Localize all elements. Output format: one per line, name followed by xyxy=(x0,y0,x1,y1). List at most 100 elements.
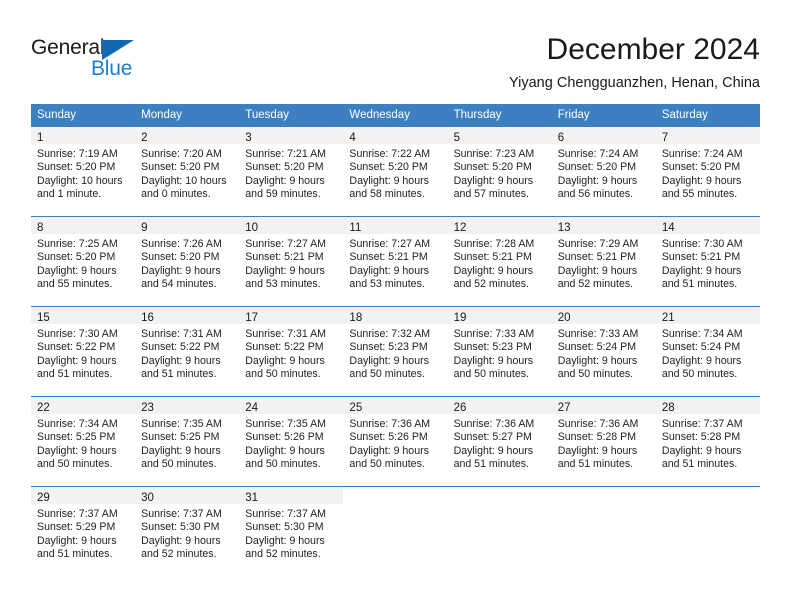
calendar-day-cell[interactable]: 8 Sunrise: 7:25 AM Sunset: 5:20 PM Daylight… xyxy=(31,217,136,306)
sunrise-time: Sunrise: 7:35 AM xyxy=(141,418,222,430)
sunrise-time: Sunrise: 7:27 AM xyxy=(245,238,326,250)
calendar-day-cell[interactable]: 20 Sunrise: 7:33 AM Sunset: 5:24 PM Dayligh… xyxy=(551,307,656,396)
day-details: Sunrise: 7:36 AM Sunset: 5:27 PM Daylight:… xyxy=(448,414,552,471)
day-number: 13 xyxy=(557,222,571,234)
calendar-day-cell[interactable]: 19 Sunrise: 7:33 AM Sunset: 5:23 PM Dayligh… xyxy=(447,307,552,396)
daylight-duration-line2: and 51 minutes. xyxy=(661,457,738,470)
daylight-duration-line2: and 51 minutes. xyxy=(557,457,634,470)
day-number: 11 xyxy=(349,222,362,234)
calendar-day-cell[interactable]: 22 Sunrise: 7:34 AM Sunset: 5:25 PM Dayligh… xyxy=(31,397,136,486)
calendar-day-cell[interactable]: 2 Sunrise: 7:20 AM Sunset: 5:20 PM Daylight… xyxy=(135,127,240,216)
calendar-day-cell[interactable]: 27 Sunrise: 7:36 AM Sunset: 5:28 PM Dayligh… xyxy=(551,397,656,486)
calendar-day-cell[interactable]: 7 Sunrise: 7:24 AM Sunset: 5:20 PM Daylight… xyxy=(655,127,760,216)
calendar-day-cell[interactable]: 4 Sunrise: 7:22 AM Sunset: 5:20 PM Daylight… xyxy=(343,127,448,216)
sunrise-time: Sunrise: 7:27 AM xyxy=(349,238,431,250)
daylight-duration-line1: Daylight: 9 hours xyxy=(245,534,325,547)
calendar-day-cell[interactable]: 29 Sunrise: 7:37 AM Sunset: 5:29 PM Dayligh… xyxy=(31,487,136,576)
calendar-day-cell[interactable]: 14 Sunrise: 7:30 AM Sunset: 5:21 PM Dayligh… xyxy=(655,217,760,306)
daylight-duration-line1: Daylight: 9 hours xyxy=(349,444,429,457)
day-number-band: 19 xyxy=(447,307,552,324)
daylight-duration-line2: and 50 minutes. xyxy=(349,367,425,380)
calendar-day-cell[interactable]: 12 Sunrise: 7:28 AM Sunset: 5:21 PM Dayligh… xyxy=(447,217,552,306)
calendar-empty-cell xyxy=(551,487,656,576)
sunset-time: Sunset: 5:21 PM xyxy=(245,251,324,264)
calendar-day-cell[interactable]: 13 Sunrise: 7:29 AM Sunset: 5:21 PM Dayligh… xyxy=(551,217,656,306)
daylight-duration-line1: Daylight: 9 hours xyxy=(453,354,534,367)
daylight-duration-line1: Daylight: 9 hours xyxy=(141,444,221,457)
calendar-day-cell[interactable]: 21 Sunrise: 7:34 AM Sunset: 5:24 PM Dayligh… xyxy=(655,307,760,396)
day-number-band: 3 xyxy=(239,127,344,144)
calendar-day-cell[interactable]: 31 Sunrise: 7:37 AM Sunset: 5:30 PM Dayligh… xyxy=(239,487,344,576)
daylight-duration-line2: and 58 minutes. xyxy=(349,187,425,200)
calendar-day-cell[interactable]: 25 Sunrise: 7:36 AM Sunset: 5:26 PM Dayligh… xyxy=(343,397,448,486)
daylight-duration-line2: and 59 minutes. xyxy=(245,187,321,200)
day-number: 23 xyxy=(141,402,154,414)
sunset-time: Sunset: 5:25 PM xyxy=(141,431,220,444)
sunrise-time: Sunrise: 7:30 AM xyxy=(661,238,743,250)
day-number-band: 1 xyxy=(31,127,136,144)
day-number-band: 27 xyxy=(551,397,656,414)
day-number: 18 xyxy=(349,312,363,324)
daylight-duration-line2: and 52 minutes. xyxy=(557,277,634,290)
calendar-weeks: 1 Sunrise: 7:19 AM Sunset: 5:20 PM Daylight… xyxy=(31,127,760,576)
calendar-day-cell[interactable]: 9 Sunrise: 7:26 AM Sunset: 5:20 PM Daylight… xyxy=(135,217,240,306)
calendar-week-row: 8 Sunrise: 7:25 AM Sunset: 5:20 PM Daylight… xyxy=(31,216,760,306)
day-number-band: 24 xyxy=(239,397,344,414)
daylight-duration-line1: Daylight: 9 hours xyxy=(141,534,221,547)
daylight-duration-line1: Daylight: 9 hours xyxy=(661,174,742,187)
sunset-time: Sunset: 5:20 PM xyxy=(141,251,220,264)
sunset-time: Sunset: 5:21 PM xyxy=(661,251,741,264)
day-number-band: 25 xyxy=(343,397,448,414)
sunset-time: Sunset: 5:26 PM xyxy=(349,431,428,444)
sunset-time: Sunset: 5:20 PM xyxy=(661,161,741,174)
general-blue-logo[interactable]: General Blue xyxy=(31,36,211,84)
daylight-duration-line1: Daylight: 9 hours xyxy=(661,444,742,457)
daylight-duration-line2: and 55 minutes. xyxy=(661,187,738,200)
calendar-day-cell[interactable]: 3 Sunrise: 7:21 AM Sunset: 5:20 PM Daylight… xyxy=(239,127,344,216)
calendar-day-cell[interactable]: 23 Sunrise: 7:35 AM Sunset: 5:25 PM Dayligh… xyxy=(135,397,240,486)
sunset-time: Sunset: 5:20 PM xyxy=(245,161,324,174)
calendar-day-cell[interactable]: 11 Sunrise: 7:27 AM Sunset: 5:21 PM Dayligh… xyxy=(343,217,448,306)
calendar-day-cell[interactable]: 5 Sunrise: 7:23 AM Sunset: 5:20 PM Daylight… xyxy=(447,127,552,216)
calendar-day-cell[interactable]: 16 Sunrise: 7:31 AM Sunset: 5:22 PM Dayligh… xyxy=(135,307,240,396)
day-number: 14 xyxy=(661,222,675,234)
day-number: 27 xyxy=(557,402,571,414)
calendar-day-cell[interactable]: 15 Sunrise: 7:30 AM Sunset: 5:22 PM Dayligh… xyxy=(31,307,136,396)
daylight-duration-line2: and 50 minutes. xyxy=(141,457,217,470)
sunset-time: Sunset: 5:23 PM xyxy=(349,341,428,354)
sunrise-time: Sunrise: 7:36 AM xyxy=(453,418,535,430)
calendar-day-cell[interactable]: 18 Sunrise: 7:32 AM Sunset: 5:23 PM Dayligh… xyxy=(343,307,448,396)
day-number: 29 xyxy=(37,492,50,504)
calendar-day-cell[interactable]: 17 Sunrise: 7:31 AM Sunset: 5:22 PM Dayligh… xyxy=(239,307,344,396)
daylight-duration-line1: Daylight: 9 hours xyxy=(245,354,325,367)
day-details: Sunrise: 7:37 AM Sunset: 5:29 PM Daylight:… xyxy=(31,504,135,561)
day-details: Sunrise: 7:35 AM Sunset: 5:26 PM Daylight:… xyxy=(239,414,343,471)
day-number: 17 xyxy=(245,312,259,324)
sunrise-time: Sunrise: 7:36 AM xyxy=(349,418,431,430)
calendar-day-cell[interactable]: 28 Sunrise: 7:37 AM Sunset: 5:28 PM Dayligh… xyxy=(655,397,760,486)
calendar-day-cell[interactable]: 6 Sunrise: 7:24 AM Sunset: 5:20 PM Daylight… xyxy=(551,127,656,216)
calendar-empty-cell xyxy=(655,487,760,576)
calendar-day-cell[interactable]: 30 Sunrise: 7:37 AM Sunset: 5:30 PM Dayligh… xyxy=(135,487,240,576)
sunset-time: Sunset: 5:23 PM xyxy=(453,341,532,354)
sunrise-time: Sunrise: 7:31 AM xyxy=(245,328,326,340)
daylight-duration-line1: Daylight: 9 hours xyxy=(37,354,117,367)
calendar-day-cell[interactable]: 10 Sunrise: 7:27 AM Sunset: 5:21 PM Dayligh… xyxy=(239,217,344,306)
daylight-duration-line1: Daylight: 9 hours xyxy=(557,354,638,367)
day-details: Sunrise: 7:20 AM Sunset: 5:20 PM Daylight:… xyxy=(135,144,239,201)
day-details: Sunrise: 7:33 AM Sunset: 5:23 PM Daylight:… xyxy=(448,324,552,381)
day-details xyxy=(343,504,447,508)
sunset-time: Sunset: 5:20 PM xyxy=(453,161,532,174)
calendar-day-cell[interactable]: 1 Sunrise: 7:19 AM Sunset: 5:20 PM Daylight… xyxy=(31,127,136,216)
daylight-duration-line1: Daylight: 9 hours xyxy=(245,174,325,187)
sunset-time: Sunset: 5:28 PM xyxy=(557,431,637,444)
sunset-time: Sunset: 5:29 PM xyxy=(37,521,116,534)
sunrise-time: Sunrise: 7:37 AM xyxy=(245,508,326,520)
day-number: 20 xyxy=(557,312,571,324)
calendar-day-cell[interactable]: 24 Sunrise: 7:35 AM Sunset: 5:26 PM Dayligh… xyxy=(239,397,344,486)
calendar-day-cell[interactable]: 26 Sunrise: 7:36 AM Sunset: 5:27 PM Dayligh… xyxy=(447,397,552,486)
daylight-duration-line1: Daylight: 9 hours xyxy=(245,444,325,457)
day-number: 15 xyxy=(37,312,50,324)
daylight-duration-line2: and 51 minutes. xyxy=(453,457,529,470)
day-number: 31 xyxy=(245,492,259,504)
